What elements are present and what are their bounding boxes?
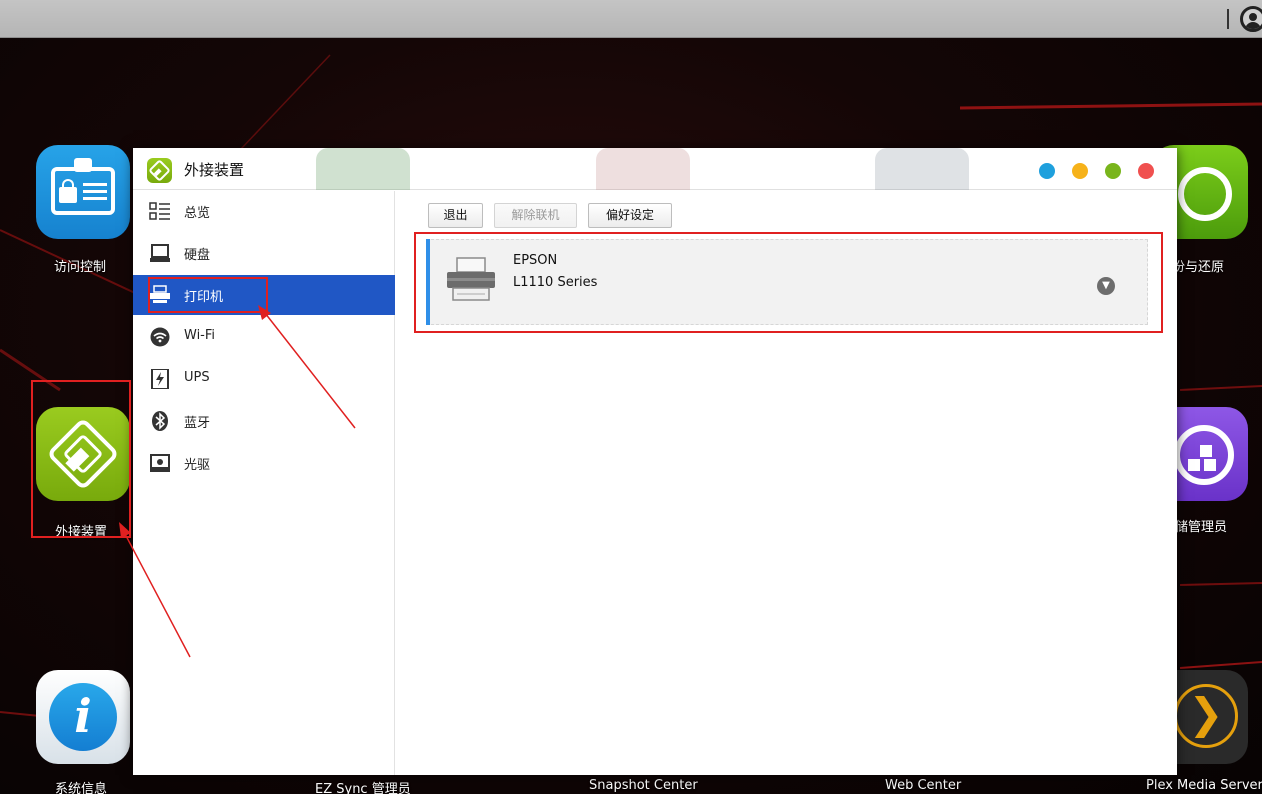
background-app-ghost: [596, 148, 690, 190]
snapshot-center-label[interactable]: Snapshot Center: [589, 778, 698, 793]
refresh-icon: [1178, 167, 1232, 221]
window-titlebar[interactable]: 外接装置: [133, 148, 1177, 190]
backup-restore-label[interactable]: 份与还原: [1172, 256, 1224, 275]
access-control-label[interactable]: 访问控制: [54, 256, 106, 275]
preferences-button[interactable]: 偏好设定: [588, 203, 672, 228]
web-center-label[interactable]: Web Center: [885, 778, 961, 793]
annotation-box-printer: [148, 277, 268, 313]
ups-icon: [151, 369, 169, 389]
wifi-icon: [150, 327, 170, 347]
info-icon: i: [49, 683, 117, 751]
user-account-icon[interactable]: [1240, 6, 1262, 32]
window-minimize-button[interactable]: [1072, 163, 1088, 179]
window-maximize-button[interactable]: [1105, 163, 1121, 179]
sidebar-item-bluetooth[interactable]: 蓝牙: [133, 401, 395, 441]
sidebar-item-optical-drive[interactable]: 光驱: [133, 443, 395, 483]
window-title: 外接装置: [184, 161, 245, 179]
window-app-icon: [147, 158, 172, 183]
sidebar-item-label: 硬盘: [184, 248, 211, 263]
optical-drive-icon: [150, 454, 170, 472]
sidebar-item-label: 蓝牙: [184, 416, 211, 431]
sidebar-item-label: Wi-Fi: [184, 328, 216, 343]
background-app-ghost: [316, 148, 410, 190]
bluetooth-icon: [152, 411, 168, 431]
window-close-button[interactable]: [1138, 163, 1154, 179]
topbar-separator: [1227, 9, 1229, 29]
system-info-app-icon[interactable]: i: [36, 670, 130, 764]
annotation-box-external-device: [31, 380, 131, 538]
usb-diamond-icon: [149, 160, 170, 181]
hard-disk-icon: [150, 244, 170, 262]
sidebar-item-wifi[interactable]: Wi-Fi: [133, 317, 395, 357]
top-bar: [0, 0, 1262, 38]
sidebar-item-label: UPS: [184, 370, 210, 385]
sidebar-item-ups[interactable]: UPS: [133, 359, 395, 399]
eject-button[interactable]: 退出: [428, 203, 483, 228]
unlink-button[interactable]: 解除联机: [494, 203, 577, 228]
background-app-ghost: [875, 148, 969, 190]
plex-media-server-label[interactable]: Plex Media Server: [1146, 778, 1262, 793]
sidebar-item-label: 总览: [184, 206, 211, 221]
annotation-box-device: [414, 232, 1163, 333]
system-info-label[interactable]: 系统信息: [55, 778, 107, 794]
sidebar-item-label: 光驱: [184, 458, 211, 473]
ez-sync-label[interactable]: EZ Sync 管理员: [315, 778, 411, 794]
sidebar-item-overview[interactable]: 总览: [133, 191, 395, 231]
access-control-app-icon[interactable]: [36, 145, 130, 239]
window-help-button[interactable]: [1039, 163, 1055, 179]
sidebar-item-hard-disk[interactable]: 硬盘: [133, 233, 395, 273]
storage-manager-label[interactable]: 储管理员: [1175, 516, 1227, 535]
plex-chevron-icon: ❯: [1174, 684, 1238, 748]
overview-icon: [149, 202, 170, 220]
